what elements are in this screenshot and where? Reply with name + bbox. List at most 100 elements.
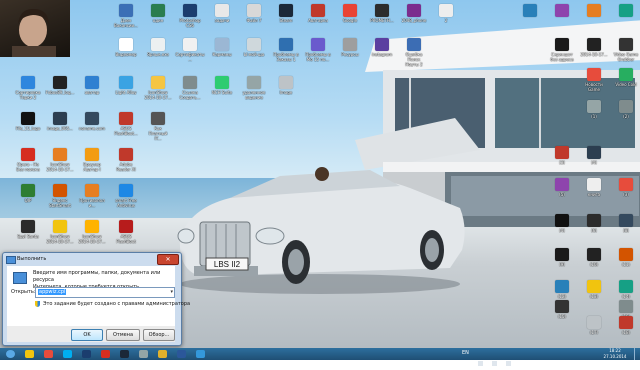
skype-icon[interactable] <box>63 350 72 358</box>
desktop-icon[interactable] <box>608 4 640 18</box>
desktop-icon[interactable]: Новости Game <box>576 68 612 92</box>
network-icon[interactable] <box>478 361 483 366</box>
desktop-icon[interactable]: Сертификаты ... <box>172 38 208 62</box>
desktop-icon[interactable]: (5) <box>544 178 580 197</box>
desktop-icon[interactable]: Video Cold <box>608 68 640 87</box>
word-icon[interactable] <box>177 350 186 358</box>
show-desktop-button[interactable] <box>634 348 640 360</box>
desktop-icon[interactable]: instagram <box>364 38 400 57</box>
desktop-icon[interactable]: (4) <box>544 214 580 233</box>
ok-button[interactable]: OK <box>71 329 103 341</box>
desktop-icon[interactable]: Video Game Grabber <box>608 38 640 62</box>
flag-icon[interactable] <box>506 361 512 366</box>
desktop-icon[interactable]: ASUS FlashBoot <box>108 220 144 244</box>
language-indicator[interactable]: EN <box>462 350 469 356</box>
clock[interactable]: 18:22 27.10.2014 <box>598 348 632 360</box>
desktop-icon[interactable]: IconShow 2014-10-17... <box>140 76 176 100</box>
photoshop-icon[interactable] <box>82 350 91 358</box>
start-orb-icon[interactable] <box>6 350 15 358</box>
desktop-icon[interactable]: (4) <box>576 146 612 165</box>
desktop-icon[interactable]: Adobe Reader XI <box>108 148 144 172</box>
browse-button[interactable]: Обзор... <box>143 329 175 341</box>
desktop-icon[interactable] <box>544 4 580 18</box>
desktop-icon[interactable]: smart Free Antivirus <box>108 184 144 208</box>
desktop-icon[interactable]: Ы мой-ща <box>236 38 272 57</box>
desktop-icon[interactable]: IconShow 2014-10-17... <box>74 220 110 244</box>
shortcut-icon <box>151 76 165 89</box>
desktop-icon[interactable]: (3) <box>544 146 580 165</box>
folder-icon[interactable] <box>158 350 167 358</box>
steam-icon[interactable] <box>120 350 129 358</box>
close-button[interactable]: ✕ <box>157 254 179 265</box>
desktop-icon[interactable]: ASUS FlashBoot... <box>108 112 144 136</box>
run-dialog-titlebar[interactable]: Выполнить ✕ <box>3 253 181 265</box>
desktop-icon[interactable]: 2014-10-17... <box>576 38 612 57</box>
desktop-icon[interactable]: (6) <box>576 214 612 233</box>
desktop-icon[interactable]: (17) <box>576 316 612 335</box>
desktop-icon[interactable]: Скриншот без адреса <box>544 38 580 62</box>
desktop-icon[interactable]: Как Платный IT... <box>140 112 176 141</box>
desktop-icon[interactable]: NCH Suite <box>204 76 240 95</box>
desktop-icon[interactable]: аватар <box>74 76 110 95</box>
desktop-icon[interactable]: PROMETH... <box>364 4 400 23</box>
desktop-icon[interactable]: Ссылка Создать... <box>172 76 208 100</box>
desktop-icon[interactable]: (9) <box>544 248 580 267</box>
desktop-icon[interactable]: (13) <box>576 280 612 299</box>
desktop-icon[interactable]: Image <box>268 76 304 95</box>
desktop-icon[interactable]: (1) <box>576 100 612 119</box>
desktop-icon[interactable]: Карманы <box>204 38 240 57</box>
desktop-icon[interactable]: (8) <box>608 214 640 233</box>
desktop-icon[interactable]: Photoshop CS6 <box>172 4 208 28</box>
explorer-icon[interactable] <box>25 350 34 358</box>
open-input[interactable]: appwiz.cpl ▾ <box>35 287 175 298</box>
desktop-icon[interactable]: Сортировка Тирки 2 <box>10 76 46 100</box>
desktop-icon[interactable]: Light Alloy <box>108 76 144 95</box>
desktop-icon[interactable]: задачи <box>204 4 240 23</box>
desktop-icon[interactable] <box>576 4 612 18</box>
desktop-icon[interactable]: IconShow 2014-10-17... <box>42 148 78 172</box>
desktop-icon[interactable]: (14) <box>608 280 640 299</box>
desktop-icon[interactable]: (2) <box>608 100 640 119</box>
desktop-icon[interactable]: Ресурсы <box>332 38 368 57</box>
desktop-icon[interactable]: Противопол и... <box>74 184 110 208</box>
desktop-icon[interactable]: File_15_logo <box>10 112 46 131</box>
desktop-icon[interactable]: 2 <box>428 4 464 23</box>
desktop-icon[interactable]: (12) <box>544 280 580 299</box>
desktop-icon[interactable]: (11) <box>608 248 640 267</box>
volume-icon[interactable] <box>492 361 498 366</box>
desktop-icon[interactable]: Google <box>332 4 368 23</box>
desktop-icon[interactable]: Яндекс StartSmart <box>42 184 78 208</box>
desktop-icon[interactable]: (10) <box>576 248 612 267</box>
desktop-icon[interactable]: (18) <box>608 316 640 335</box>
desktop-icon[interactable]: (15) <box>544 300 580 319</box>
browser-icon[interactable] <box>196 350 205 358</box>
desktop-icon[interactable]: QIP <box>10 184 46 203</box>
desktop-icon[interactable]: Дзен Вакансии... <box>108 4 144 28</box>
desktop-icon[interactable]: книга <box>576 178 612 197</box>
desktop-icon[interactable]: Браузер Аватар I <box>74 148 110 172</box>
desktop-icon[interactable]: Steam <box>268 4 304 23</box>
desktop-icon[interactable]: Opera - Не Без поиска <box>10 148 46 172</box>
opera-icon[interactable] <box>101 350 110 358</box>
desktop-icon[interactable]: Видеомер <box>108 38 144 57</box>
desktop-icon[interactable]: Ошибка Поиск Ноуты 2 <box>396 38 432 67</box>
media-icon[interactable] <box>139 350 148 358</box>
desktop-icon[interactable]: Spyl Santa <box>10 220 46 239</box>
desktop-icon[interactable] <box>512 4 548 18</box>
chevron-down-icon[interactable]: ▾ <box>170 288 173 297</box>
chrome-icon[interactable] <box>44 350 53 358</box>
cancel-button[interactable]: Отмена <box>106 329 140 341</box>
desktop-icon[interactable]: Проблемы в Заказы 1 <box>268 38 304 62</box>
desktop-icon[interactable]: Проблемы в Мо 15 по... <box>300 38 336 62</box>
desktop-icon[interactable]: Ярлык.exe <box>140 38 176 57</box>
desktop-icon[interactable]: (3) <box>608 178 640 197</box>
desktop-icon[interactable]: удаленное видение <box>236 76 272 100</box>
desktop-icon[interactable]: Аватарка <box>300 4 336 23</box>
desktop-icon[interactable]: image_005... <box>42 112 78 131</box>
desktop-icon[interactable]: IconShow 2014-10-17... <box>42 220 78 244</box>
desktop-icon[interactable]: Fobos89_log... <box>42 76 78 95</box>
desktop-icon[interactable]: один <box>140 4 176 23</box>
desktop-icon[interactable]: Файл 7 <box>236 4 272 23</box>
desktop-icon[interactable]: noname.com <box>74 112 110 131</box>
desktop-icon[interactable]: 2048_phone <box>396 4 432 23</box>
